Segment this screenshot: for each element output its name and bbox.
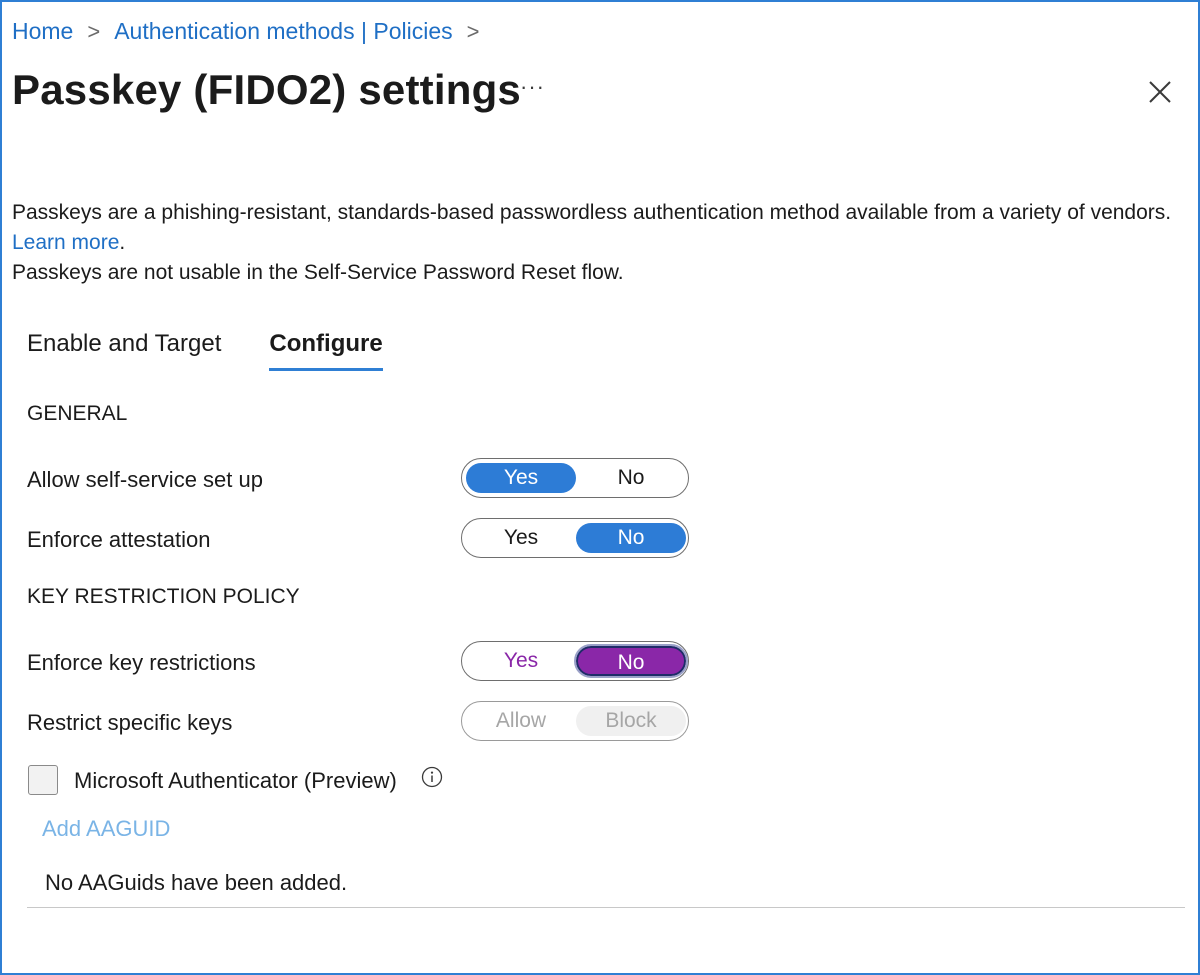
empty-aaguid-message: No AAGuids have been added. [45,870,348,895]
enforce-key-restrictions-toggle[interactable]: Yes No [461,641,689,681]
info-icon[interactable] [421,766,443,788]
tab-bar: Enable and Target Configure [27,330,431,371]
section-heading-key-restriction: KEY RESTRICTION POLICY [27,585,300,608]
close-icon[interactable] [1146,78,1174,106]
description-text: Passkeys are a phishing-resistant, stand… [12,201,1172,224]
allow-self-service-toggle[interactable]: Yes No [461,458,689,498]
enforce-key-restrictions-no-option[interactable]: No [574,644,688,678]
tab-configure[interactable]: Configure [269,330,383,371]
settings-panel: Home > Authentication methods | Policies… [0,0,1200,975]
restrict-specific-keys-allow-option: Allow [495,709,547,732]
restrict-specific-keys-label: Restrict specific keys [27,710,233,735]
breadcrumb: Home > Authentication methods | Policies… [12,18,493,45]
restrict-specific-keys-block-option: Block [576,706,686,736]
chevron-right-icon: > [87,18,101,44]
enforce-attestation-yes-option[interactable]: Yes [466,523,576,553]
allow-self-service-no-option[interactable]: No [576,463,686,493]
microsoft-authenticator-checkbox[interactable] [28,765,58,795]
more-options-icon[interactable]: ··· [520,74,545,100]
enforce-key-restrictions-label: Enforce key restrictions [27,650,256,675]
page-title: Passkey (FIDO2) settings [12,66,521,113]
allow-self-service-yes-option[interactable]: Yes [466,463,576,493]
enforce-attestation-label: Enforce attestation [27,527,211,552]
enforce-key-restrictions-yes-option[interactable]: Yes [466,646,576,676]
restrict-specific-keys-toggle: Allow Block [461,701,689,741]
breadcrumb-auth-methods-policies[interactable]: Authentication methods | Policies [114,18,452,45]
section-heading-general: GENERAL [27,402,128,425]
enforce-attestation-no-option[interactable]: No [576,523,686,553]
allow-self-service-label: Allow self-service set up [27,467,263,492]
microsoft-authenticator-label: Microsoft Authenticator (Preview) [74,768,397,793]
description-period: . [119,231,126,254]
chevron-right-icon: > [466,18,480,44]
description-note: Passkeys are not usable in the Self-Serv… [12,261,624,284]
add-aaguid-link[interactable]: Add AAGUID [42,816,170,842]
divider [27,907,1185,908]
breadcrumb-home[interactable]: Home [12,18,73,45]
description: Passkeys are a phishing-resistant, stand… [12,198,1182,288]
enforce-attestation-toggle[interactable]: Yes No [461,518,689,558]
learn-more-link[interactable]: Learn more [12,231,119,254]
tab-enable-and-target[interactable]: Enable and Target [27,330,221,371]
